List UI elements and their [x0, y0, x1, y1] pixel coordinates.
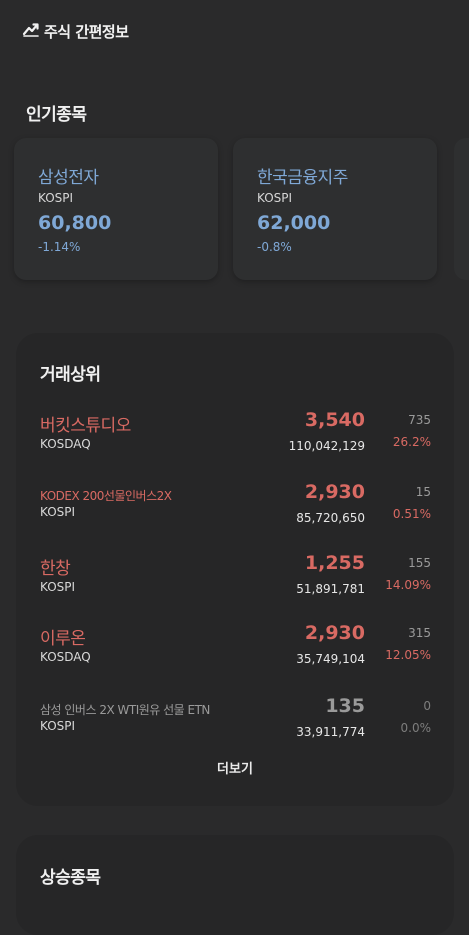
trade-volume: 51,891,781	[296, 582, 365, 596]
trade-row[interactable]: 한창 KOSPI 1,255 51,891,781 155 14.09%	[16, 552, 454, 608]
price-change: 735	[408, 413, 431, 427]
stock-market: KOSPI	[257, 191, 293, 205]
trade-volume: 85,720,650	[296, 511, 365, 525]
popular-card[interactable]: 삼성전자 KOSPI 60,800 -1.14%	[14, 138, 218, 280]
stock-name: 버킷스튜디오	[40, 416, 131, 436]
stock-rate: -1.14%	[38, 240, 81, 254]
rising-title: 상승종목	[40, 868, 101, 888]
trade-row[interactable]: 삼성 인버스 2X WTI원유 선물 ETN KOSPI 135 33,911,…	[16, 695, 454, 751]
change-rate: 26.2%	[392, 435, 431, 449]
popular-card[interactable]: 한국금융지주 KOSPI 62,000 -0.8%	[233, 138, 437, 280]
stock-rate: -0.8%	[257, 240, 292, 254]
top-trades-title: 거래상위	[40, 365, 101, 385]
stock-name: 이루온	[40, 629, 86, 649]
change-rate: 0.51%	[392, 507, 431, 521]
app-header: 주식 간편정보	[22, 18, 129, 44]
change-rate: 0.0%	[400, 721, 432, 735]
stock-market: KOSPI	[40, 580, 76, 594]
stock-price: 1,255	[304, 552, 365, 574]
trade-volume: 33,911,774	[296, 725, 365, 739]
stock-name: 삼성전자	[38, 168, 99, 188]
trade-row[interactable]: KODEX 200선물인버스2X KOSPI 2,930 85,720,650 …	[16, 481, 454, 537]
change-rate: 12.05%	[385, 648, 431, 662]
stock-price: 2,930	[304, 622, 365, 644]
app-title: 주식 간편정보	[44, 22, 129, 41]
stock-market: KOSDAQ	[40, 437, 91, 451]
stock-price: 135	[325, 695, 365, 717]
price-change: 15	[415, 485, 431, 499]
price-change: 315	[408, 626, 431, 640]
stock-name: 한창	[40, 559, 71, 579]
stock-name: 삼성 인버스 2X WTI원유 선물 ETN	[40, 703, 210, 717]
stock-price: 60,800	[38, 212, 112, 234]
stock-price: 2,930	[304, 481, 365, 503]
trade-row[interactable]: 버킷스튜디오 KOSDAQ 3,540 110,042,129 735 26.2…	[16, 409, 454, 465]
stock-price: 3,540	[304, 409, 365, 431]
stock-market: KOSPI	[40, 719, 76, 733]
stock-market: KOSDAQ	[40, 650, 91, 664]
trade-volume: 110,042,129	[288, 439, 365, 453]
chart-trend-icon	[22, 20, 40, 42]
price-change: 155	[408, 556, 431, 570]
more-button[interactable]: 더보기	[16, 758, 454, 777]
stock-price: 62,000	[257, 212, 331, 234]
change-rate: 14.09%	[385, 578, 431, 592]
popular-section-title: 인기종목	[26, 105, 87, 125]
stock-name: 한국금융지주	[257, 168, 348, 188]
stock-market: KOSPI	[38, 191, 74, 205]
stock-market: KOSPI	[40, 505, 76, 519]
stock-name: KODEX 200선물인버스2X	[40, 489, 172, 503]
popular-card-next[interactable]	[454, 138, 469, 280]
rising-panel: 상승종목	[16, 835, 454, 935]
top-trades-panel: 거래상위 버킷스튜디오 KOSDAQ 3,540 110,042,129 735…	[16, 333, 454, 806]
trade-volume: 35,749,104	[296, 652, 365, 666]
price-change: 0	[423, 699, 431, 713]
trade-row[interactable]: 이루온 KOSDAQ 2,930 35,749,104 315 12.05%	[16, 622, 454, 678]
